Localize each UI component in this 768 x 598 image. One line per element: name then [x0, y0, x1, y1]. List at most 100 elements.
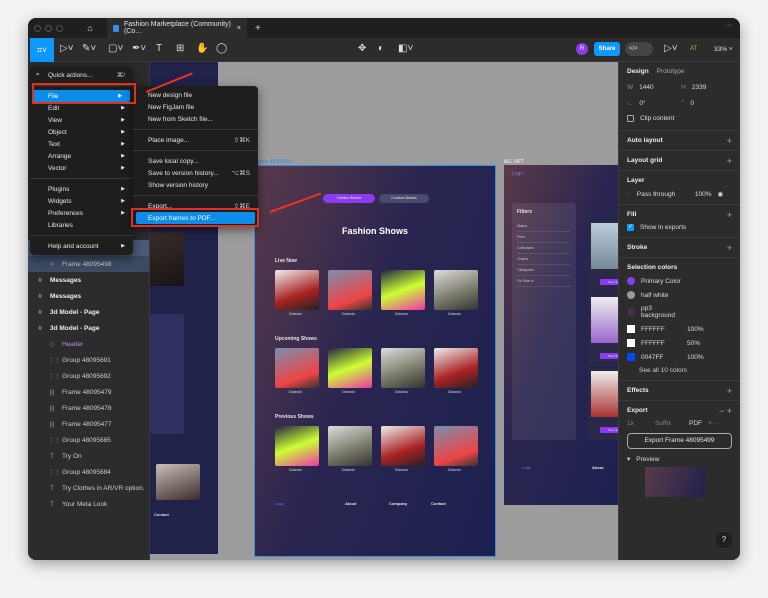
- color-swatch[interactable]: [627, 353, 635, 361]
- layer-item[interactable]: # Messages: [28, 272, 149, 288]
- shape-tool-icon[interactable]: ▢˅: [108, 43, 123, 54]
- filter-item[interactable]: Status: [517, 221, 571, 232]
- menu-item-preferences[interactable]: Preferences ▶: [30, 207, 133, 219]
- layer-item[interactable]: ||| Frame 48095478: [28, 400, 149, 416]
- width-field[interactable]: 1440: [639, 84, 675, 91]
- selection-color-row[interactable]: 0047FF 100%: [627, 353, 732, 361]
- show-thumbnail[interactable]: [328, 426, 372, 466]
- nft-card[interactable]: Buy Now: [588, 220, 618, 292]
- add-export-icon[interactable]: − +: [719, 406, 732, 416]
- component-icon[interactable]: ✥: [358, 43, 366, 54]
- show-thumbnail[interactable]: [381, 426, 425, 466]
- frame-all-nft[interactable]: Logo Filters Status Price Collections Chain…: [504, 165, 618, 505]
- export-frame-button[interactable]: Export Frame 48095499: [627, 433, 732, 449]
- layer-item[interactable]: # Frame 48095498: [28, 256, 149, 272]
- add-auto-layout-icon[interactable]: +: [727, 136, 732, 146]
- filter-item[interactable]: Price: [517, 232, 571, 243]
- selection-color-row[interactable]: Primary Color: [627, 277, 732, 285]
- close-tab-icon[interactable]: ×: [237, 25, 241, 32]
- file-menu-item[interactable]: Save to version history... ⌥⌘S: [133, 167, 258, 179]
- radius-field[interactable]: 0: [690, 100, 694, 107]
- frame-fashion-shows[interactable]: Fashion Brands Creators Brands Fashion S…: [254, 165, 496, 557]
- layer-item[interactable]: #3d Model - Page: [28, 320, 149, 336]
- visibility-eye-icon[interactable]: ◉: [718, 190, 724, 198]
- export-scale[interactable]: 1x: [627, 420, 649, 427]
- show-thumbnail[interactable]: [434, 348, 478, 388]
- file-menu-item[interactable]: Save local copy...: [133, 155, 258, 167]
- add-effect-icon[interactable]: +: [727, 386, 732, 396]
- main-menu-button[interactable]: ⌗˅: [30, 38, 54, 62]
- menu-item-plugins[interactable]: Plugins ▶: [30, 183, 133, 195]
- show-thumbnail[interactable]: [434, 270, 478, 310]
- layer-item[interactable]: ||| Frame 48095477: [28, 416, 149, 432]
- help-button[interactable]: ?: [716, 532, 732, 548]
- fashion-brands-button[interactable]: Fashion Brands: [323, 194, 375, 203]
- layer-item[interactable]: T Try Clothes in AR/VR option.: [28, 480, 149, 496]
- color-swatch[interactable]: [627, 339, 635, 347]
- color-swatch[interactable]: [627, 277, 635, 285]
- selection-color-row[interactable]: FFFFFF 50%: [627, 339, 732, 347]
- show-thumbnail[interactable]: [275, 348, 319, 388]
- file-menu-item[interactable]: Show version history: [133, 179, 258, 191]
- layer-item[interactable]: ◇ Header: [28, 336, 149, 352]
- show-thumbnail[interactable]: [328, 348, 372, 388]
- file-menu-item[interactable]: Place image... ⇧⌘K: [133, 134, 258, 146]
- add-fill-icon[interactable]: +: [727, 210, 732, 220]
- menu-item-libraries[interactable]: Libraries: [30, 219, 133, 231]
- filter-item[interactable]: Collections: [517, 243, 571, 254]
- layer-item[interactable]: #3d Model - Page: [28, 304, 149, 320]
- add-layout-grid-icon[interactable]: +: [727, 156, 732, 166]
- filter-item[interactable]: Categories: [517, 265, 571, 276]
- user-initials[interactable]: AT: [690, 46, 697, 52]
- show-thumbnail[interactable]: [275, 426, 319, 466]
- share-button[interactable]: Share: [594, 42, 620, 56]
- file-menu-item[interactable]: New FigJam file: [133, 101, 258, 113]
- layer-item[interactable]: ⋮⋮ Group 48095692: [28, 368, 149, 384]
- selection-color-row[interactable]: FFFFFF 100%: [627, 325, 732, 333]
- show-in-exports-checkbox[interactable]: ✓: [627, 224, 634, 231]
- menu-item-vector[interactable]: Vector ▶: [30, 162, 133, 174]
- file-menu-item[interactable]: New from Sketch file...: [133, 113, 258, 125]
- show-thumbnail[interactable]: [328, 270, 372, 310]
- clip-content-checkbox[interactable]: [627, 115, 634, 122]
- show-thumbnail[interactable]: [434, 426, 478, 466]
- layer-item[interactable]: ⋮⋮ Group 48095691: [28, 352, 149, 368]
- new-tab-button[interactable]: +: [255, 23, 261, 34]
- filter-item[interactable]: Chains: [517, 254, 571, 265]
- home-icon[interactable]: ⌂: [79, 23, 101, 33]
- comment-icon[interactable]: ◯: [216, 43, 227, 54]
- window-controls[interactable]: [34, 24, 63, 32]
- layer-item[interactable]: T Your Meta Look: [28, 496, 149, 512]
- file-tab[interactable]: Fashion Marketplace (Community) (Co… ×: [107, 18, 247, 38]
- hand-tool-icon[interactable]: ✋: [196, 43, 208, 54]
- menu-item-widgets[interactable]: Widgets ▶: [30, 195, 133, 207]
- height-field[interactable]: 2339: [692, 84, 706, 91]
- nft-card[interactable]: Buy Now: [588, 294, 618, 366]
- see-all-colors-link[interactable]: See all 10 colors: [627, 367, 732, 374]
- pen-vector-icon[interactable]: ✒˅: [132, 43, 146, 54]
- layer-item[interactable]: ⋮⋮ Group 48095685: [28, 432, 149, 448]
- buy-now-button[interactable]: Buy Now: [600, 279, 618, 285]
- show-thumbnail[interactable]: [275, 270, 319, 310]
- layer-item[interactable]: T Try On: [28, 448, 149, 464]
- color-swatch[interactable]: [627, 291, 635, 299]
- tab-design[interactable]: Design: [627, 68, 649, 75]
- resources-icon[interactable]: ⊞: [176, 43, 184, 54]
- selection-color-row[interactable]: half white: [627, 291, 732, 299]
- show-thumbnail[interactable]: [381, 348, 425, 388]
- move-tool-icon[interactable]: ▷˅: [60, 43, 74, 54]
- nft-card[interactable]: Buy Now: [588, 368, 618, 440]
- export-suffix-input[interactable]: Suffix: [655, 420, 683, 427]
- export-format-dropdown[interactable]: PDF: [689, 420, 702, 427]
- menu-item-view[interactable]: View ▶: [30, 114, 133, 126]
- zoom-dropdown[interactable]: 33% ˅: [714, 46, 733, 53]
- menu-item-arrange[interactable]: Arrange ▶: [30, 150, 133, 162]
- selection-color-row[interactable]: pp3 background: [627, 305, 732, 319]
- tab-prototype[interactable]: Prototype: [657, 68, 685, 75]
- blend-mode-dropdown[interactable]: Pass through: [637, 191, 689, 198]
- show-thumbnail[interactable]: [381, 270, 425, 310]
- color-swatch[interactable]: [627, 308, 635, 316]
- menu-item-text[interactable]: Text ▶: [30, 138, 133, 150]
- pen-tool-icon[interactable]: ✎˅: [82, 43, 96, 54]
- buy-now-button[interactable]: Buy Now: [600, 353, 618, 359]
